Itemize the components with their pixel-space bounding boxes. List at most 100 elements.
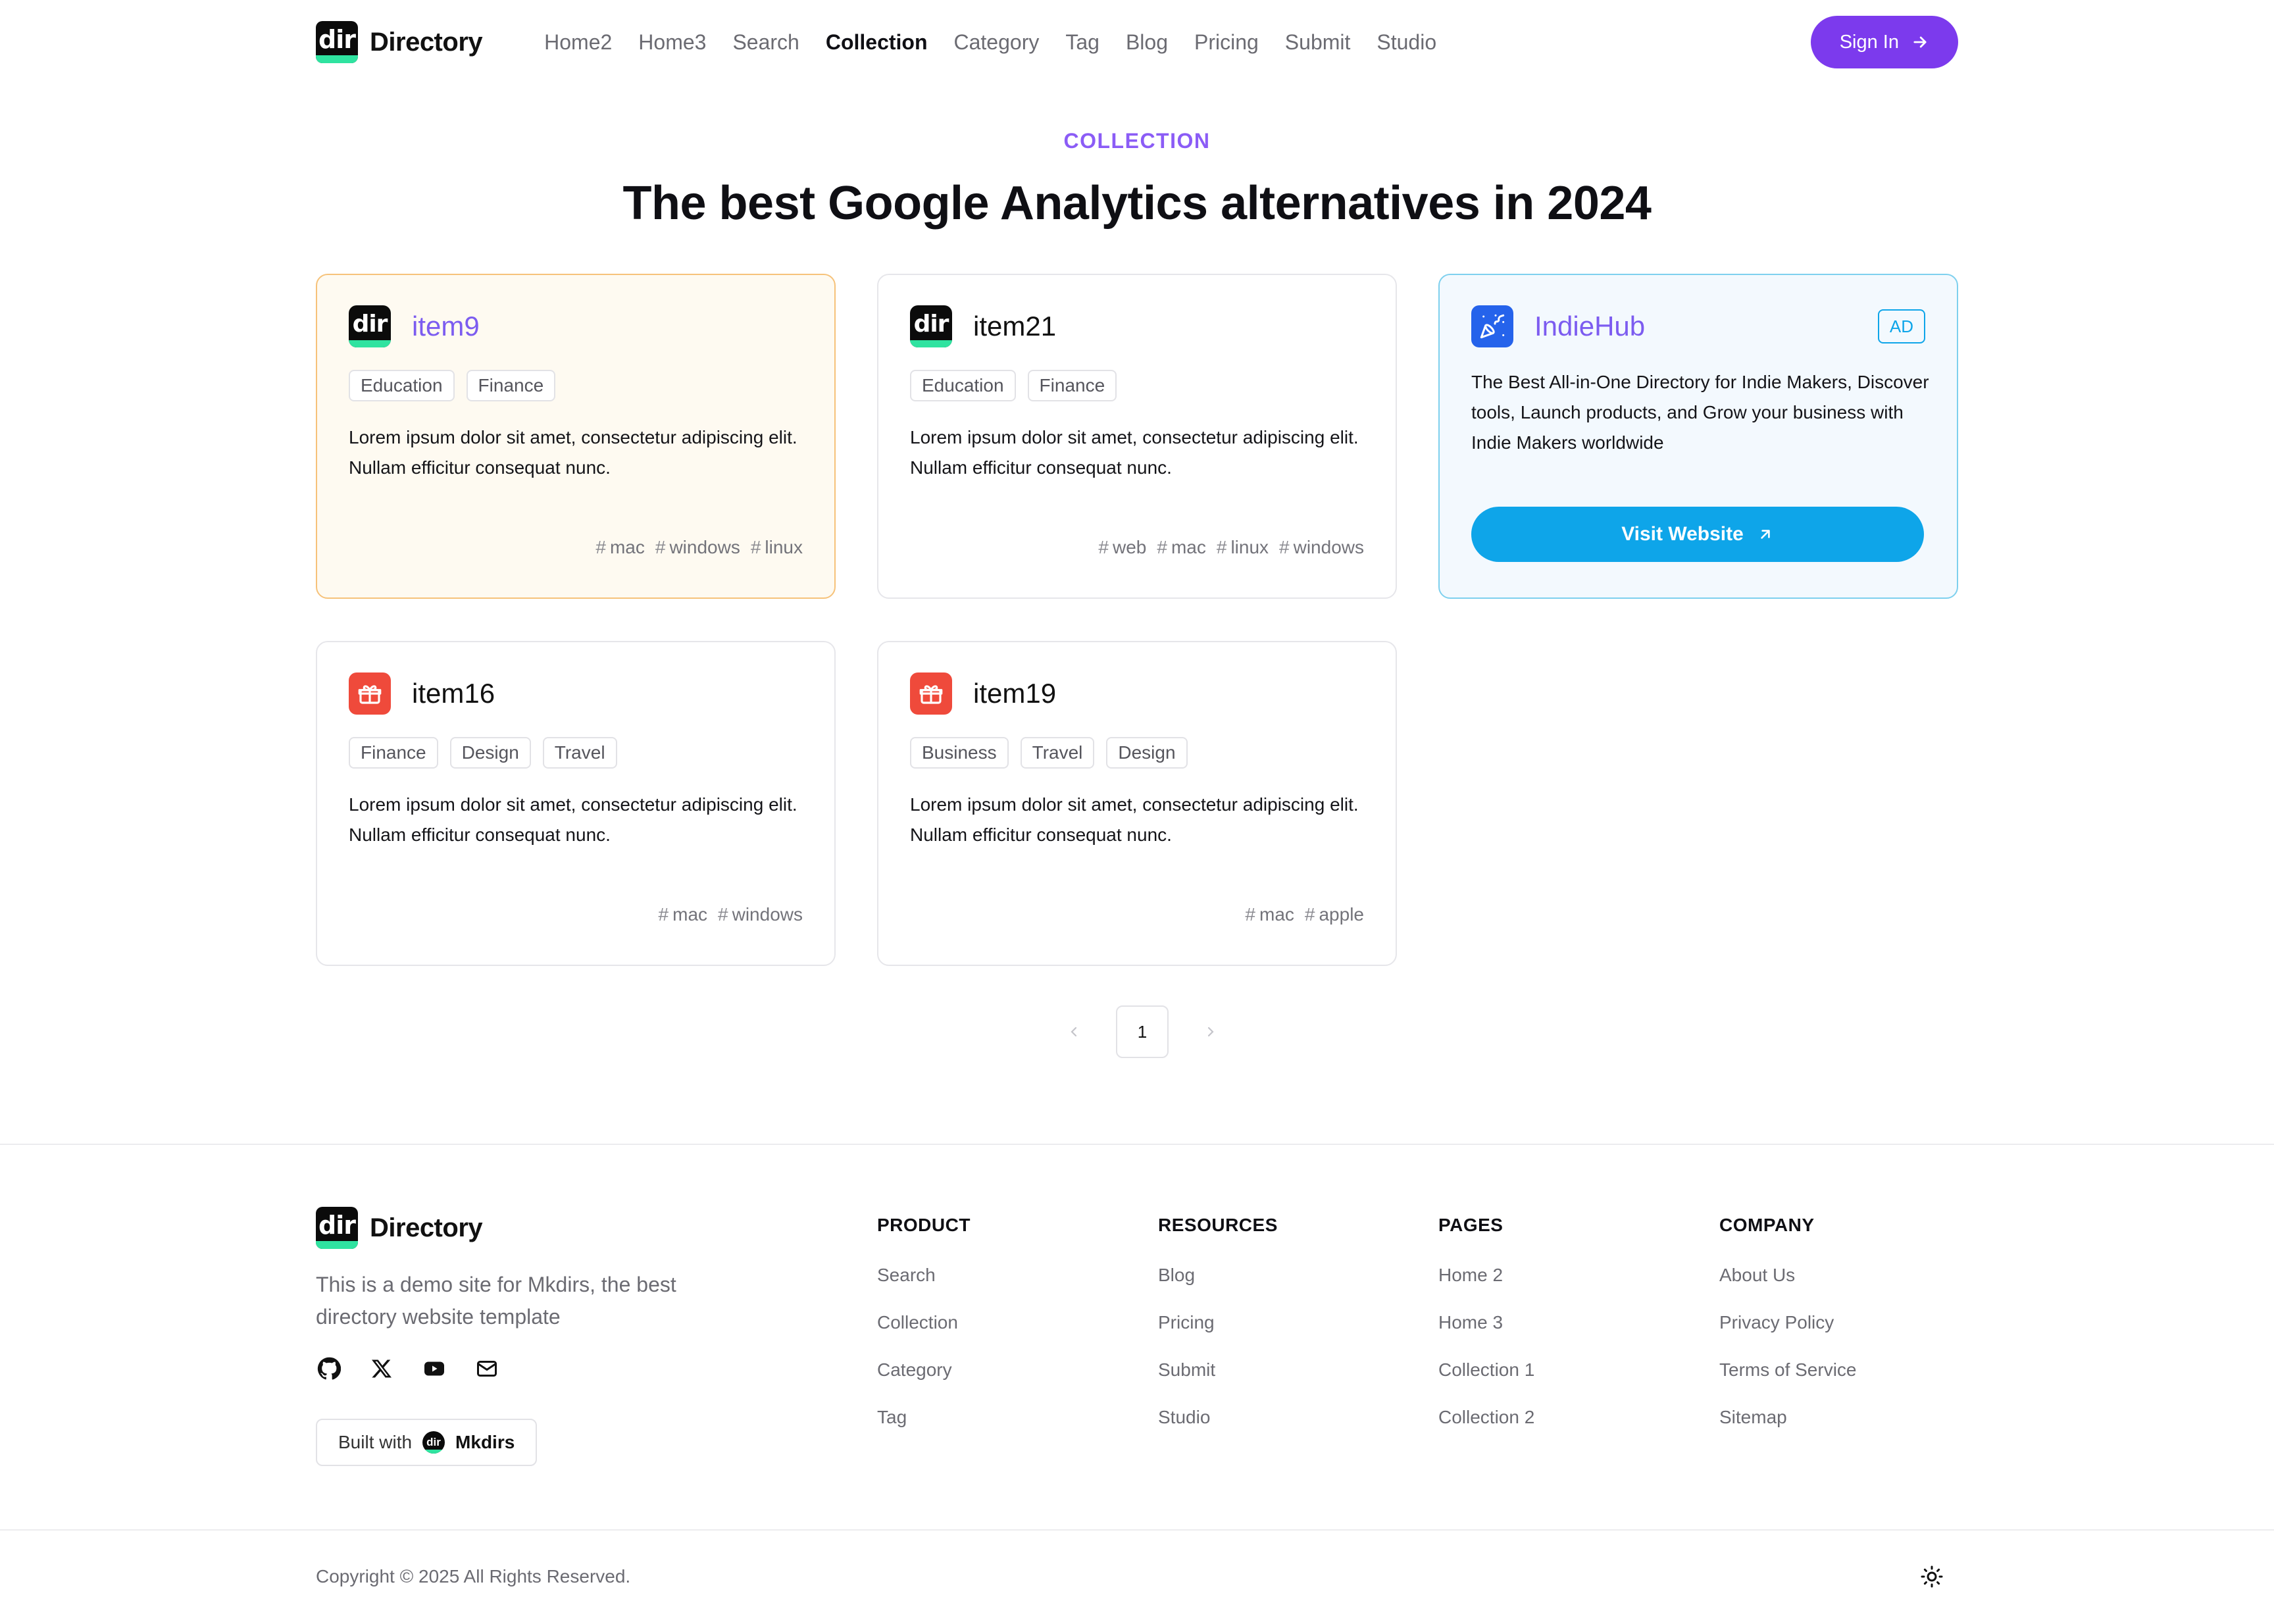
footer-link[interactable]: Collection 2 (1438, 1407, 1534, 1454)
footer-link[interactable]: Pricing (1158, 1312, 1278, 1359)
nav-category[interactable]: Category (954, 30, 1040, 55)
footer-link[interactable]: Tag (877, 1407, 971, 1454)
footer-link[interactable]: Blog (1158, 1265, 1278, 1312)
footer-link[interactable]: Privacy Policy (1719, 1312, 1857, 1359)
x-icon[interactable] (368, 1356, 395, 1382)
platform-tag[interactable]: apple (1305, 904, 1364, 925)
footer-link[interactable]: Terms of Service (1719, 1359, 1857, 1407)
footer-brand-name: Directory (370, 1213, 483, 1242)
item-description: Lorem ipsum dolor sit amet, consectetur … (349, 427, 797, 478)
item-title[interactable]: item16 (412, 678, 495, 709)
nav-pricing[interactable]: Pricing (1194, 30, 1259, 55)
nav-home2[interactable]: Home2 (544, 30, 612, 55)
footer-column-title: PRODUCT (877, 1215, 971, 1235)
footer-brand[interactable]: dir Directory (316, 1207, 483, 1249)
next-page-button[interactable] (1195, 1005, 1226, 1058)
category-tag[interactable]: Design (449, 737, 531, 769)
built-with-badge[interactable]: Built with dir Mkdirs (316, 1419, 538, 1466)
item-tags: Education Finance (349, 370, 556, 401)
nav-tag[interactable]: Tag (1065, 30, 1099, 55)
footer-link[interactable]: Collection 1 (1438, 1359, 1534, 1407)
page-title: The best Google Analytics alternatives i… (622, 177, 1652, 230)
chevron-left-icon (1071, 1027, 1077, 1037)
item-title[interactable]: item21 (973, 311, 1056, 342)
footer-link[interactable]: Search (877, 1265, 971, 1312)
ad-card[interactable]: IndieHub AD The Best All-in-One Director… (1438, 274, 1958, 599)
logo-text: dir (426, 1436, 441, 1448)
platform-tag[interactable]: mac (1245, 904, 1294, 925)
footer-link[interactable]: About Us (1719, 1265, 1857, 1312)
item-card[interactable]: item19 Business Travel Design Lorem ipsu… (877, 641, 1397, 966)
item-tags: Finance Design Travel (349, 737, 617, 769)
built-with-brand: Mkdirs (455, 1432, 515, 1452)
item-platform-tags: mac windows (659, 904, 803, 925)
logo-text: dir (318, 1211, 356, 1240)
page-number-button[interactable]: 1 (1116, 1005, 1169, 1058)
platform-tag[interactable]: windows (655, 537, 740, 558)
category-tag[interactable]: Travel (1020, 737, 1095, 769)
sun-icon[interactable] (1920, 1565, 1944, 1588)
footer-link[interactable]: Studio (1158, 1407, 1278, 1454)
copyright-divider (0, 1529, 2274, 1531)
party-popper-icon (1471, 305, 1513, 347)
footer-divider (0, 1144, 2274, 1145)
nav-home3[interactable]: Home3 (638, 30, 706, 55)
platform-tag[interactable]: mac (595, 537, 645, 558)
platform-tag[interactable]: windows (1279, 537, 1364, 558)
footer-link[interactable]: Home 2 (1438, 1265, 1534, 1312)
platform-tag[interactable]: linux (751, 537, 803, 558)
platform-tag[interactable]: linux (1217, 537, 1269, 558)
item-card[interactable]: item16 Finance Design Travel Lorem ipsum… (316, 641, 836, 966)
category-tag[interactable]: Education (910, 370, 1016, 401)
section-eyebrow: COLLECTION (1063, 129, 1211, 153)
platform-tag[interactable]: web (1098, 537, 1146, 558)
item-platform-tags: mac windows linux (595, 537, 803, 558)
footer-column-company: COMPANY About Us Privacy Policy Terms of… (1719, 1215, 1857, 1454)
category-tag[interactable]: Finance (1027, 370, 1117, 401)
item-title[interactable]: item19 (973, 678, 1056, 709)
chevron-right-icon (1207, 1027, 1214, 1037)
youtube-icon[interactable] (421, 1356, 447, 1382)
platform-tag[interactable]: windows (718, 904, 803, 925)
nav-search[interactable]: Search (732, 30, 799, 55)
ad-title[interactable]: IndieHub (1534, 311, 1645, 342)
github-icon[interactable] (316, 1356, 342, 1382)
copyright-text: Copyright © 2025 All Rights Reserved. (316, 1566, 631, 1586)
nav-submit[interactable]: Submit (1285, 30, 1351, 55)
visit-website-button[interactable]: Visit Website (1471, 507, 1924, 562)
nav-collection[interactable]: Collection (826, 30, 928, 55)
category-tag[interactable]: Finance (466, 370, 556, 401)
category-tag[interactable]: Travel (542, 737, 617, 769)
logo-text: dir (913, 310, 949, 338)
arrow-up-right-icon (1761, 530, 1770, 539)
category-tag[interactable]: Education (349, 370, 455, 401)
ad-badge: AD (1877, 309, 1925, 343)
category-tag[interactable]: Business (910, 737, 1009, 769)
page: dir Directory Home2 Home3 Search Collect… (0, 0, 2274, 1624)
footer-link[interactable]: Collection (877, 1312, 971, 1359)
nav-studio[interactable]: Studio (1377, 30, 1436, 55)
gift-icon (349, 672, 391, 715)
footer-link[interactable]: Submit (1158, 1359, 1278, 1407)
footer-link[interactable]: Home 3 (1438, 1312, 1534, 1359)
category-tag[interactable]: Finance (349, 737, 438, 769)
footer-link[interactable]: Category (877, 1359, 971, 1407)
pagination: 1 (1058, 1005, 1226, 1058)
item-card[interactable]: dir item21 Education Finance Lorem ipsum… (877, 274, 1397, 599)
item-card[interactable]: dir item9 Education Finance Lorem ipsum … (316, 274, 836, 599)
logo-text: dir (318, 25, 356, 54)
nav-blog[interactable]: Blog (1126, 30, 1168, 55)
brand[interactable]: dir Directory (316, 21, 483, 63)
item-tags: Education Finance (910, 370, 1117, 401)
sign-in-button[interactable]: Sign In (1810, 16, 1958, 68)
footer-column-resources: RESOURCES Blog Pricing Submit Studio (1158, 1215, 1278, 1454)
mail-icon[interactable] (474, 1356, 500, 1382)
category-tag[interactable]: Design (1106, 737, 1188, 769)
item-tags: Business Travel Design (910, 737, 1188, 769)
item-title[interactable]: item9 (412, 311, 480, 342)
footer-link[interactable]: Sitemap (1719, 1407, 1857, 1454)
previous-page-button[interactable] (1058, 1005, 1090, 1058)
social-links (316, 1356, 500, 1382)
platform-tag[interactable]: mac (659, 904, 707, 925)
platform-tag[interactable]: mac (1157, 537, 1206, 558)
